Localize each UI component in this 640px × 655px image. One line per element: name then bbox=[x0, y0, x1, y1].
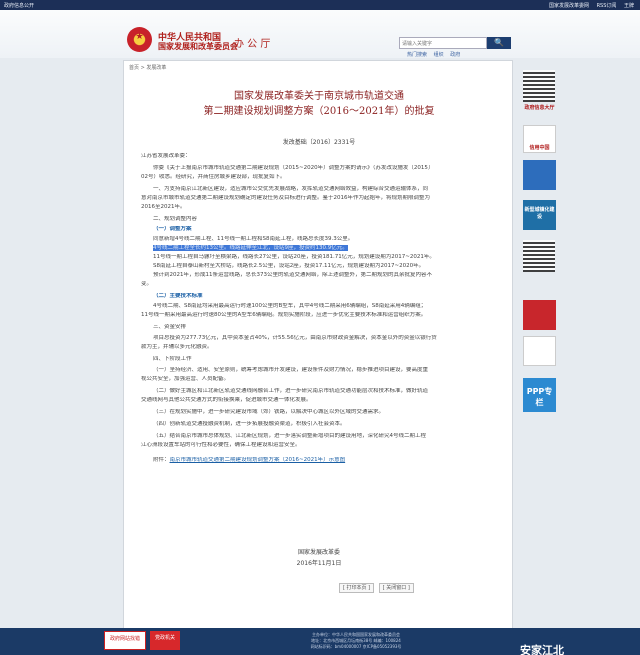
body-line: （三）在规划实施中，进一步研究建设市域（郊）铁路，以解决中心城区以外区域的交通需… bbox=[153, 409, 385, 415]
hot-search-link[interactable]: 热门搜索 bbox=[407, 52, 427, 58]
office-title: 办 公 厅 bbox=[234, 39, 271, 50]
credit-china-label: 信用中国 bbox=[529, 145, 550, 151]
credit-china-logo[interactable]: 信用中国 bbox=[523, 125, 556, 153]
subsection-heading: （一）调整方案 bbox=[153, 226, 192, 232]
body-line: 交通线网与其他公共交通方式的衔接换乘，促进城市交通一体化发展。 bbox=[141, 397, 312, 403]
breadcrumb[interactable]: 首页 > 发展改革 bbox=[129, 64, 166, 71]
watermark-brand: 安家江北 bbox=[520, 644, 564, 655]
top-bar: 政府信息公开 国家发展改革委网 RSS订阅 王牌 bbox=[0, 0, 640, 10]
section-heading: 二、规划调整内容 bbox=[153, 216, 198, 222]
document-number: 发改基础〔2016〕2331号 bbox=[282, 139, 356, 146]
hot-search-links: 热门搜索 组织 政府 bbox=[407, 51, 465, 58]
site-header: ★ 中华人民共和国 国家发展和改革委员会 办 公 厅 请输入关键字 🔍 热门搜索… bbox=[0, 10, 640, 58]
body-line: 一、为支持南京江北新区建设，适应城市公交优先发展战略，发挥轨道交通网络效益，构建… bbox=[153, 186, 429, 192]
selected-text[interactable]: 4号线二期工程全长约13公里。线路延伸至江北，设站9座，投资约130.9亿元。 bbox=[153, 245, 348, 251]
issue-date: 2016年11月1日 bbox=[296, 560, 342, 567]
attachment-label: 附件： bbox=[153, 457, 170, 463]
body-line: （一）坚持经济、适用、安全原则，统筹考虑城市开发建设，建设条件及财力情况，稳步推… bbox=[153, 367, 429, 373]
page-title-line1: 国家发展改革委关于南京城市轨道交通 bbox=[234, 91, 404, 102]
body-line: 意对南京市城市轨道交通第二期建设规划确定的建设任务及目标进行调整。鉴于2016年… bbox=[141, 195, 431, 201]
search-input[interactable]: 请输入关键字 bbox=[399, 37, 487, 49]
rail-project-db[interactable] bbox=[523, 336, 556, 366]
attachment-line: 附件：南京市城市轨道交通第二期建设规划调整方案（2016~2021年）示意图 bbox=[141, 457, 501, 464]
body-line: S8南延工程自泰山新村至大桥站，线路长2.5公里，设站2座，投资17.11亿元，… bbox=[153, 263, 425, 269]
body-line: 11号线一期采用最高运行时速80公里的A型车6辆编组。规划实施阶段，应进一步优化… bbox=[141, 312, 427, 318]
agency-name-line2: 国家发展和改革委员会 bbox=[158, 41, 238, 51]
body-line: 你委《关于上报南京市城市轨道交通第二期建设规划（2015~2020年）调整方案的… bbox=[153, 165, 434, 171]
body-line: （四）创新轨道交通投融资机制，进一步拓展投融资渠道，积极引入社会资本。 bbox=[153, 421, 346, 427]
print-button[interactable]: [ 打印本页 ] bbox=[339, 583, 375, 593]
org-link[interactable]: 组织 bbox=[434, 52, 444, 58]
footer-line: 网站标识码：bm04000007 京ICP备05052393号 bbox=[310, 644, 402, 649]
rail-ppp[interactable]: PPP专栏 bbox=[523, 378, 556, 412]
gov-info-link[interactable]: 政府信息公开 bbox=[4, 2, 34, 9]
party-gov-badge[interactable]: 党政机关 bbox=[150, 631, 180, 650]
rail-urbanization[interactable]: 新型城镇化建设 bbox=[523, 200, 556, 230]
rail-gov-hall[interactable]: 政府信息大厅 bbox=[523, 104, 556, 111]
national-emblem-icon: ★ bbox=[127, 27, 152, 52]
body-line: 11号线一期工程自马骡圩至横梁路，线路长27公里，设站20座，投资181.71亿… bbox=[153, 254, 435, 260]
recipient: 江苏省发展改革委： bbox=[141, 153, 191, 159]
page-actions: [ 打印本页 ] [ 关闭窗口 ] bbox=[339, 583, 417, 593]
body-line: 2016至2021年。 bbox=[141, 204, 186, 210]
subsection-heading: （二）主要技术标准 bbox=[153, 293, 203, 299]
attachment-link[interactable]: 南京市城市轨道交通第二期建设规划调整方案（2016~2021年）示意图 bbox=[170, 457, 346, 463]
gov-link[interactable]: 政府 bbox=[450, 52, 460, 58]
body-line: 项目总投资为277.73亿元，其中资本金占40%，计55.56亿元，由南京市财政… bbox=[153, 335, 437, 341]
qr-code-icon bbox=[523, 70, 555, 102]
top-right-link[interactable]: 王牌 bbox=[624, 3, 634, 9]
body-line: 预计到2021年，形成11条运营线路，总长373公里的轨道交通网络，除上述调整外… bbox=[153, 272, 432, 278]
body-line: 款为主，并辅以多元化融资。 bbox=[141, 344, 213, 350]
body-line: 江心洲段设置车站的可行性和必要性，确保工程建设和运营安全。 bbox=[141, 442, 301, 448]
body-line: 同意新增4号线二期工程、11号线一期工程和S8南延工程，线路总长度39.3公里。 bbox=[153, 236, 354, 242]
body-line: 4号线二期、S8南延均采用最高运行时速100公里的B型车，其中4号线二期采用6辆… bbox=[153, 303, 427, 309]
page-title-line2: 第二期建设规划调整方案（2016～2021年）的批复 bbox=[203, 106, 435, 117]
highlighted-line: 4号线二期工程全长约13公里。线路延伸至江北，设站9座，投资约130.9亿元。 bbox=[141, 245, 501, 252]
signature: 国家发展改革委 bbox=[297, 549, 340, 556]
rail-price-report[interactable] bbox=[523, 300, 556, 330]
search-button[interactable]: 🔍 bbox=[487, 37, 511, 49]
body-line: 变。 bbox=[141, 281, 153, 287]
rss-link[interactable]: RSS订阅 bbox=[597, 3, 617, 9]
body-line: （五）结合南京市城市总体规划、江北新区规划，进一步落实调整新增项目的建设用地，深… bbox=[153, 433, 427, 439]
close-window-button[interactable]: [ 关闭窗口 ] bbox=[378, 583, 414, 593]
rail-banner-blue[interactable] bbox=[523, 160, 556, 190]
body-line: （二）做好主城区和江北新区轨道交通线网融合工作，进一步研究南京市轨道交通功能层次… bbox=[153, 388, 429, 394]
ndrc-site-link[interactable]: 国家发展改革委网 bbox=[549, 3, 589, 9]
wechat-qr-icon bbox=[523, 240, 555, 272]
section-heading: 四、下阶段工作 bbox=[153, 356, 192, 362]
section-heading: 三、资金安排 bbox=[153, 324, 187, 330]
body-line: 视公共安全，加强运营、人员配备。 bbox=[141, 376, 230, 382]
article-page: 首页 > 发展改革 国家发展改革委关于南京城市轨道交通 第二期建设规划调整方案（… bbox=[123, 60, 513, 630]
report-error-badge[interactable]: 政府网站找错 bbox=[104, 631, 146, 650]
body-line: 02号）收悉。经研究，并商住房城乡建设部，现批复如下。 bbox=[141, 174, 286, 180]
